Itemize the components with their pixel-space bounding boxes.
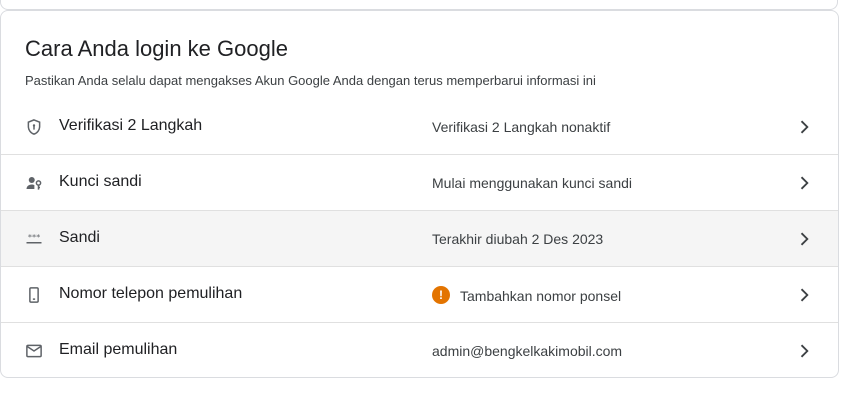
signin-options-list: Verifikasi 2 Langkah Verifikasi 2 Langka… [1, 99, 838, 377]
password-icon: *** [25, 230, 43, 248]
chevron-right-icon [794, 341, 814, 361]
row-value: Mulai menggunakan kunci sandi [432, 175, 632, 191]
phone-icon [25, 286, 43, 304]
passkey-icon [25, 174, 43, 192]
row-value-text: Mulai menggunakan kunci sandi [432, 175, 633, 191]
row-label: Verifikasi 2 Langkah [59, 117, 203, 134]
row-label: Nomor telepon pemulihan [59, 285, 243, 302]
previous-card-edge [0, 0, 838, 10]
shield-icon [25, 118, 43, 136]
chevron-right-icon [794, 117, 814, 137]
row-value: Terakhir diubah 2 Des 2023 [432, 231, 603, 247]
row-value: Verifikasi 2 Langkah nonaktif [432, 119, 610, 135]
section-subtitle: Pastikan Anda selalu dapat mengakses Aku… [25, 73, 596, 88]
row-recovery-phone[interactable]: Nomor telepon pemulihan ! Tambahkan nomo… [1, 267, 838, 323]
row-value-text: Verifikasi 2 Langkah nonaktif [432, 119, 611, 135]
section-title: Cara Anda login ke Google [25, 36, 288, 61]
row-label: Sandi [59, 229, 100, 246]
row-label: Kunci sandi [59, 173, 142, 190]
row-recovery-email[interactable]: Email pemulihan admin@bengkelkakimobil.c… [1, 323, 838, 377]
row-value-text: Tambahkan nomor ponsel [460, 287, 622, 304]
email-icon [25, 342, 43, 360]
chevron-right-icon [794, 173, 814, 193]
chevron-right-icon [794, 285, 814, 305]
chevron-right-icon [794, 229, 814, 249]
row-value-text: Terakhir diubah 2 Des 2023 [432, 231, 604, 247]
row-passkey[interactable]: Kunci sandi Mulai menggunakan kunci sand… [1, 155, 838, 211]
row-password[interactable]: *** Sandi Terakhir diubah 2 Des 2023 [1, 211, 838, 267]
row-label: Email pemulihan [59, 341, 178, 358]
row-value: ! Tambahkan nomor ponsel [432, 286, 622, 304]
signin-section-card: Cara Anda login ke Google Pastikan Anda … [0, 10, 839, 378]
row-value-text: admin@bengkelkakimobil.com [432, 343, 623, 359]
svg-text:***: *** [28, 232, 40, 242]
row-2-step-verification[interactable]: Verifikasi 2 Langkah Verifikasi 2 Langka… [1, 99, 838, 155]
warning-icon: ! [432, 286, 450, 304]
row-value: admin@bengkelkakimobil.com [432, 343, 622, 359]
